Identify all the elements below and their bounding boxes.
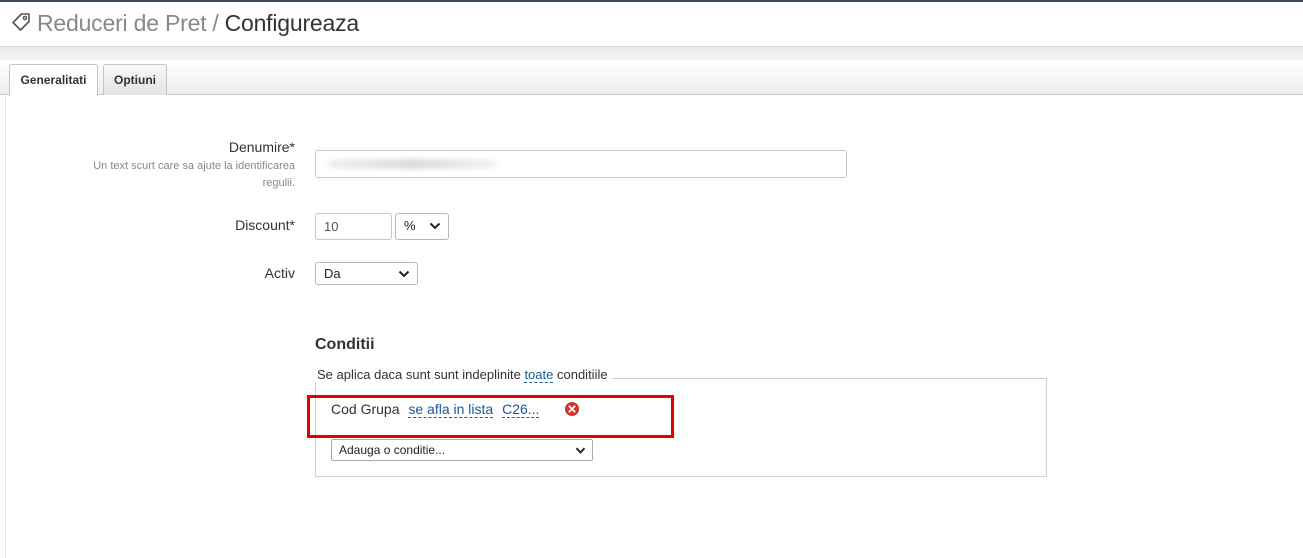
discount-unit-value: % [404,218,416,233]
chevron-down-icon [429,222,441,230]
match-mode-link[interactable]: toate [524,367,554,383]
active-value: Da [324,266,341,281]
legend-prefix: Se aplica daca sunt sunt indeplinite [317,367,521,382]
name-input[interactable] [315,150,847,178]
breadcrumb-separator: / [212,10,219,36]
active-select[interactable]: Da [315,262,418,285]
tab-bar: Generalitati Optiuni [0,60,1303,96]
name-hint: Un text scurt care sa ajute la identific… [93,160,295,189]
header-divider [0,46,1303,60]
name-label: Denumire* [228,139,295,155]
content-border [5,95,6,558]
add-condition-select[interactable]: Adauga o conditie... [331,439,593,461]
tab-optiuni[interactable]: Optiuni [103,64,167,95]
breadcrumb-section[interactable]: Reduceri de Pret [37,10,207,36]
legend-suffix: conditiile [556,367,608,382]
tag-icon [12,13,30,31]
discount-input[interactable]: 10 [315,213,392,240]
page-header: Reduceri de Pret / Configureaza [0,2,1303,46]
discount-label: Discount* [235,217,295,233]
chevron-down-icon [398,270,410,278]
discount-unit-select[interactable]: % [395,213,449,240]
tab-generalitati[interactable]: Generalitati [9,64,98,96]
breadcrumb-current: Configureaza [224,10,360,36]
highlight-box [307,395,674,438]
add-condition-placeholder: Adauga o conditie... [339,443,446,457]
page-title: Reduceri de Pret / Configureaza [37,10,359,37]
redacted-value [328,159,498,169]
conditions-legend: Se aplica daca sunt sunt indeplinite toa… [313,367,612,383]
chevron-down-icon [575,447,586,454]
active-label: Activ [264,265,295,281]
conditions-title: Conditii [315,336,375,353]
